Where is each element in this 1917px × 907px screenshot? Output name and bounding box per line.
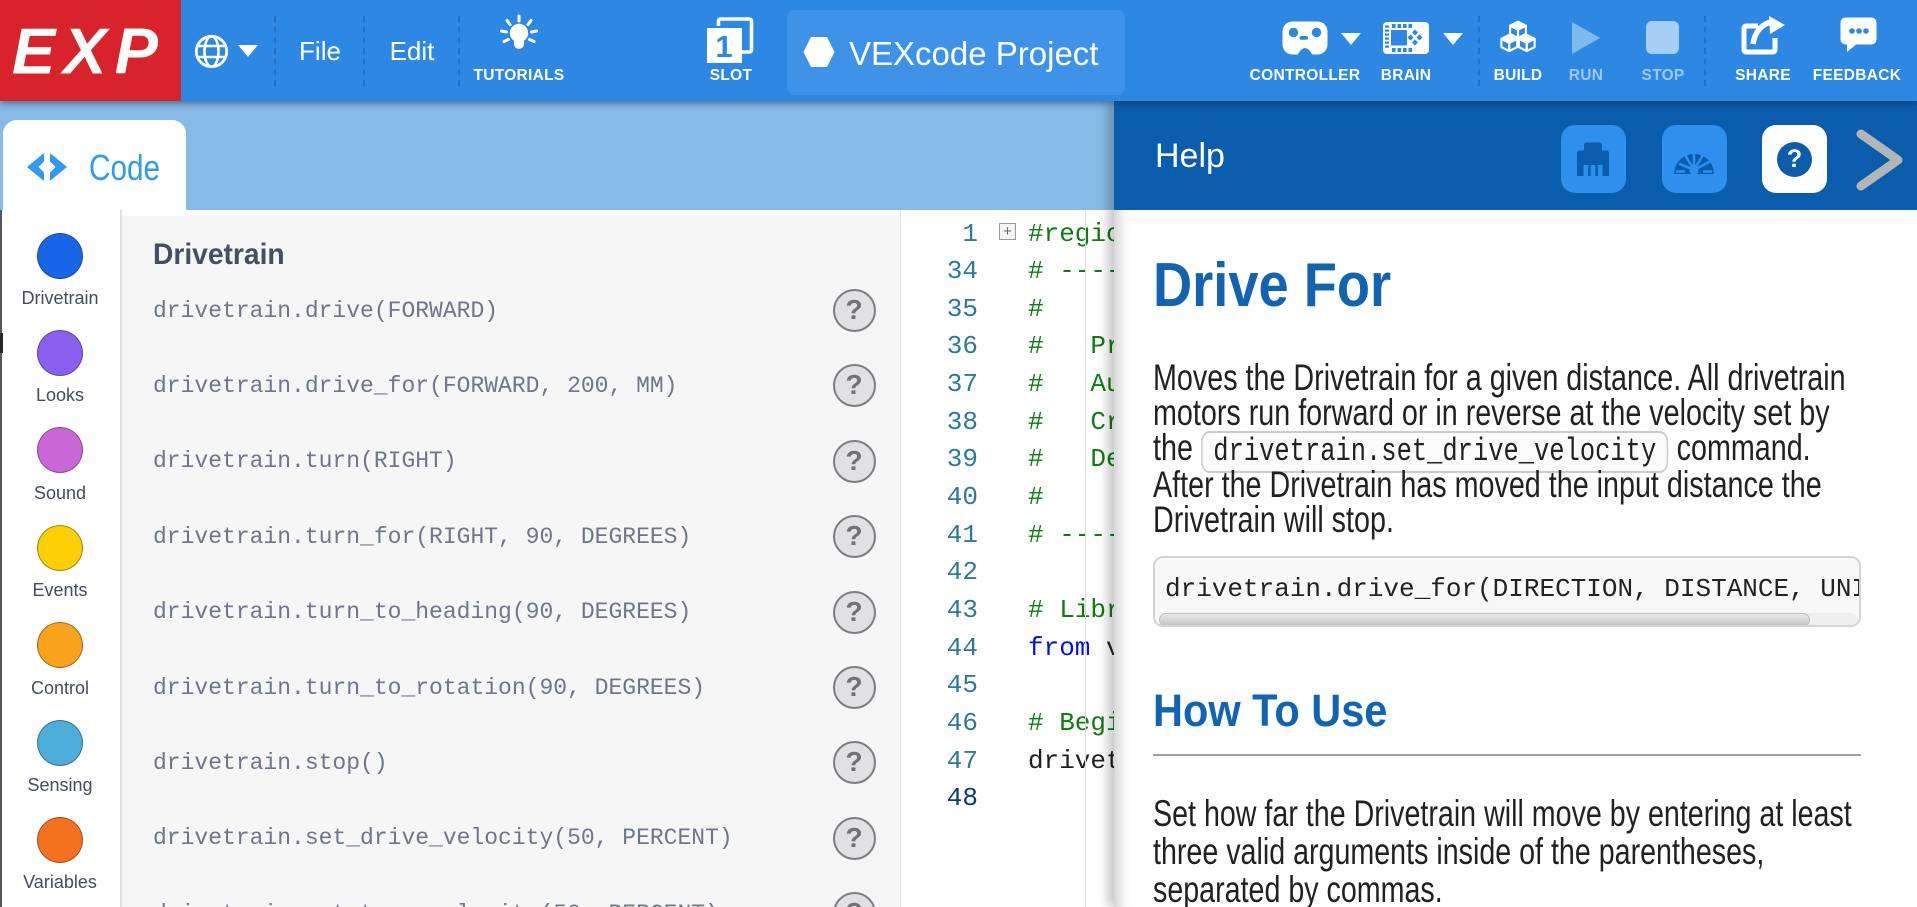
svg-text:1: 1	[715, 29, 732, 64]
